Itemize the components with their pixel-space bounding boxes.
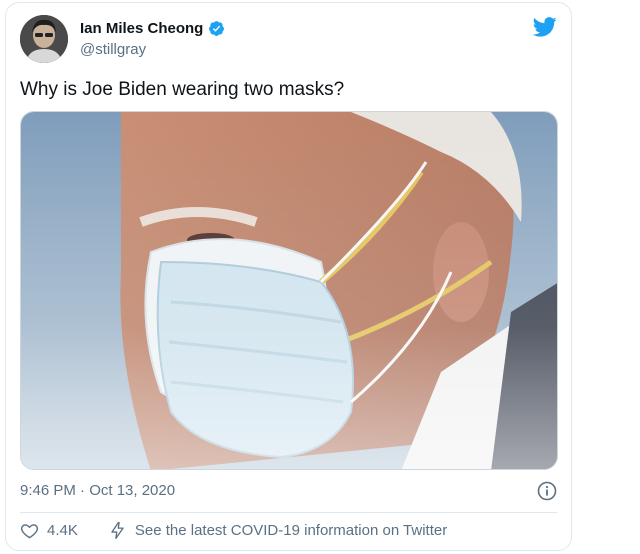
tweet-text: Why is Joe Biden wearing two masks? <box>20 79 345 100</box>
covid-info-link[interactable]: See the latest COVID-19 information on T… <box>108 521 447 540</box>
tweet-photo[interactable] <box>20 111 558 470</box>
lightning-icon <box>111 521 124 540</box>
author-name[interactable]: Ian Miles Cheong <box>80 20 203 37</box>
info-icon[interactable] <box>537 481 557 501</box>
covid-info-text[interactable]: See the latest COVID-19 information on T… <box>135 522 447 539</box>
heart-icon <box>20 524 39 539</box>
photo-image <box>21 112 557 469</box>
tweet-timestamp[interactable]: 9:46 PM · Oct 13, 2020 <box>20 482 175 499</box>
author-handle[interactable]: @stillgray <box>80 41 146 58</box>
avatar[interactable] <box>20 15 68 63</box>
divider <box>20 512 557 513</box>
like-count: 4.4K <box>47 522 78 539</box>
twitter-bird-icon[interactable] <box>533 17 557 37</box>
tweet-card[interactable]: Ian Miles Cheong @stillgray Why is Joe B… <box>5 2 572 551</box>
tweet-actions: 4.4K See the latest COVID-19 information… <box>20 521 447 540</box>
author-row[interactable]: Ian Miles Cheong <box>80 20 225 37</box>
avatar-image <box>20 15 68 63</box>
verified-badge-icon <box>209 21 225 36</box>
like-button[interactable]: 4.4K <box>20 521 78 540</box>
